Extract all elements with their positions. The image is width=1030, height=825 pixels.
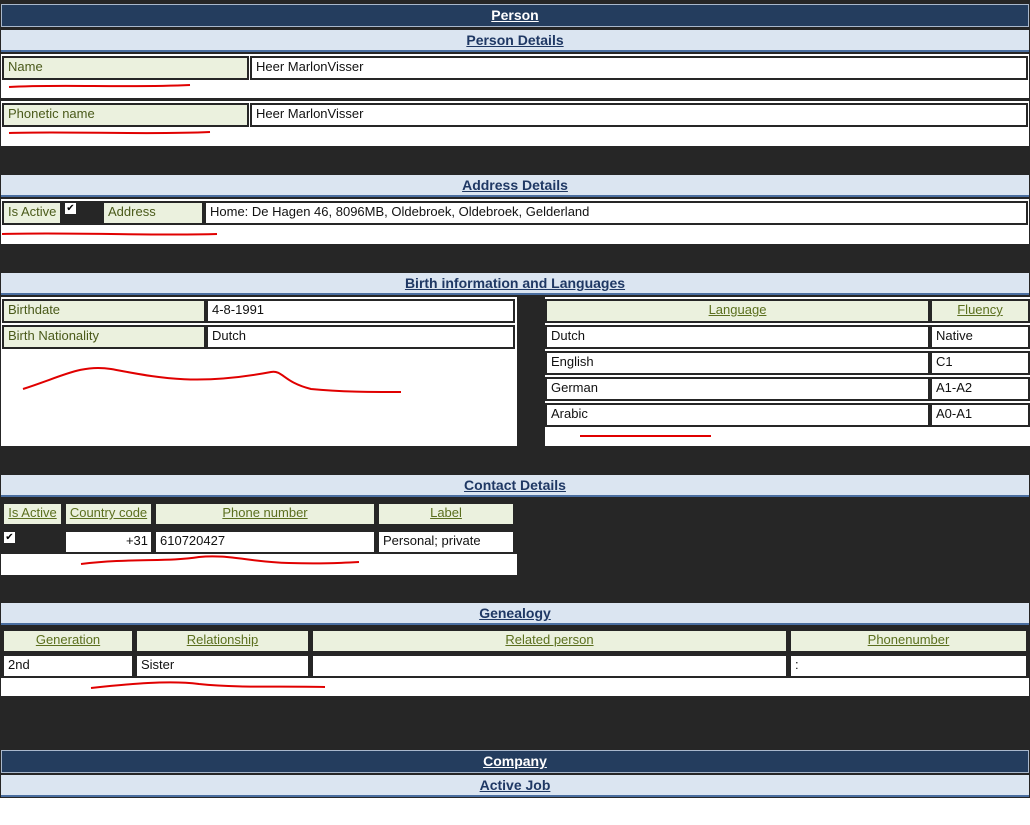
fluency-column-header[interactable]: Fluency [930,299,1030,323]
country-code-field[interactable]: +31 [64,530,153,554]
page-footer-area [0,798,1030,825]
person-details-header: Person Details [1,30,1029,52]
phonetic-name-field[interactable]: Heer MarlonVisser [250,103,1028,127]
fluency-cell: Native [930,325,1030,349]
address-is-active-cell: ✔ [62,201,102,225]
annotation-scribble [90,681,326,689]
contact-details-header: Contact Details [1,475,1029,497]
genealogy-panel: Generation Relationship Related person P… [1,628,1029,696]
fluency-cell: C1 [930,351,1030,375]
address-label: Address [102,201,204,225]
contact-active-checkbox[interactable]: ✔ [4,532,15,543]
language-cell: Arabic [545,403,930,427]
relationship-cell: Sister [135,654,310,678]
label-column-header[interactable]: Label [377,502,515,526]
generation-column-header[interactable]: Generation [2,629,134,653]
fluency-cell: A0-A1 [930,403,1030,427]
company-section-header: Company [1,750,1029,773]
phonenumber-cell: : [789,654,1028,678]
name-label: Name [2,56,249,80]
is-active-column-header[interactable]: Is Active [2,502,63,526]
address-field[interactable]: Home: De Hagen 46, 8096MB, Oldebroek, Ol… [204,201,1028,225]
person-section-header: Person [1,4,1029,27]
fluency-cell: A1-A2 [930,377,1030,401]
annotation-underline [8,84,191,88]
address-is-active-label: Is Active [2,201,62,225]
annotation-scribble [80,555,360,565]
related-person-cell [311,654,788,678]
phone-number-field[interactable]: 610720427 [154,530,376,554]
annotation-underline [580,435,711,437]
contact-label-field[interactable]: Personal; private [377,530,515,554]
language-cell: Dutch [545,325,930,349]
address-details-header: Address Details [1,175,1029,197]
generation-cell: 2nd [2,654,134,678]
phone-number-column-header[interactable]: Phone number [154,502,376,526]
active-job-header: Active Job [1,775,1029,797]
row-divider [1,98,1029,101]
language-column-header[interactable]: Language [545,299,930,323]
annotation-underline [1,232,218,236]
related-person-column-header[interactable]: Related person [311,629,788,653]
languages-panel: Language Fluency Dutch Native English C1… [545,297,1030,446]
annotation-underline [8,131,211,135]
birth-nationality-label: Birth Nationality [2,325,206,349]
annotation-scribble [22,367,402,393]
language-cell: English [545,351,930,375]
birthdate-label: Birthdate [2,299,206,323]
genealogy-header: Genealogy [1,603,1029,625]
phonetic-name-label: Phonetic name [2,103,249,127]
country-code-column-header[interactable]: Country code [64,502,153,526]
birthdate-field[interactable]: 4-8-1991 [206,299,515,323]
phonenumber-column-header[interactable]: Phonenumber [789,629,1028,653]
relationship-column-header[interactable]: Relationship [135,629,310,653]
birth-panel: Birthdate 4-8-1991 Birth Nationality Dut… [1,297,517,446]
birth-nationality-field[interactable]: Dutch [206,325,515,349]
language-cell: German [545,377,930,401]
person-details-panel: Name Heer MarlonVisser Phonetic name Hee… [1,54,1029,146]
name-field[interactable]: Heer MarlonVisser [250,56,1028,80]
address-panel: Is Active ✔ Address Home: De Hagen 46, 8… [1,199,1029,244]
address-active-checkbox[interactable]: ✔ [65,203,76,214]
contact-panel: Is Active Country code Phone number Labe… [1,500,517,575]
birth-languages-header: Birth information and Languages [1,273,1029,295]
